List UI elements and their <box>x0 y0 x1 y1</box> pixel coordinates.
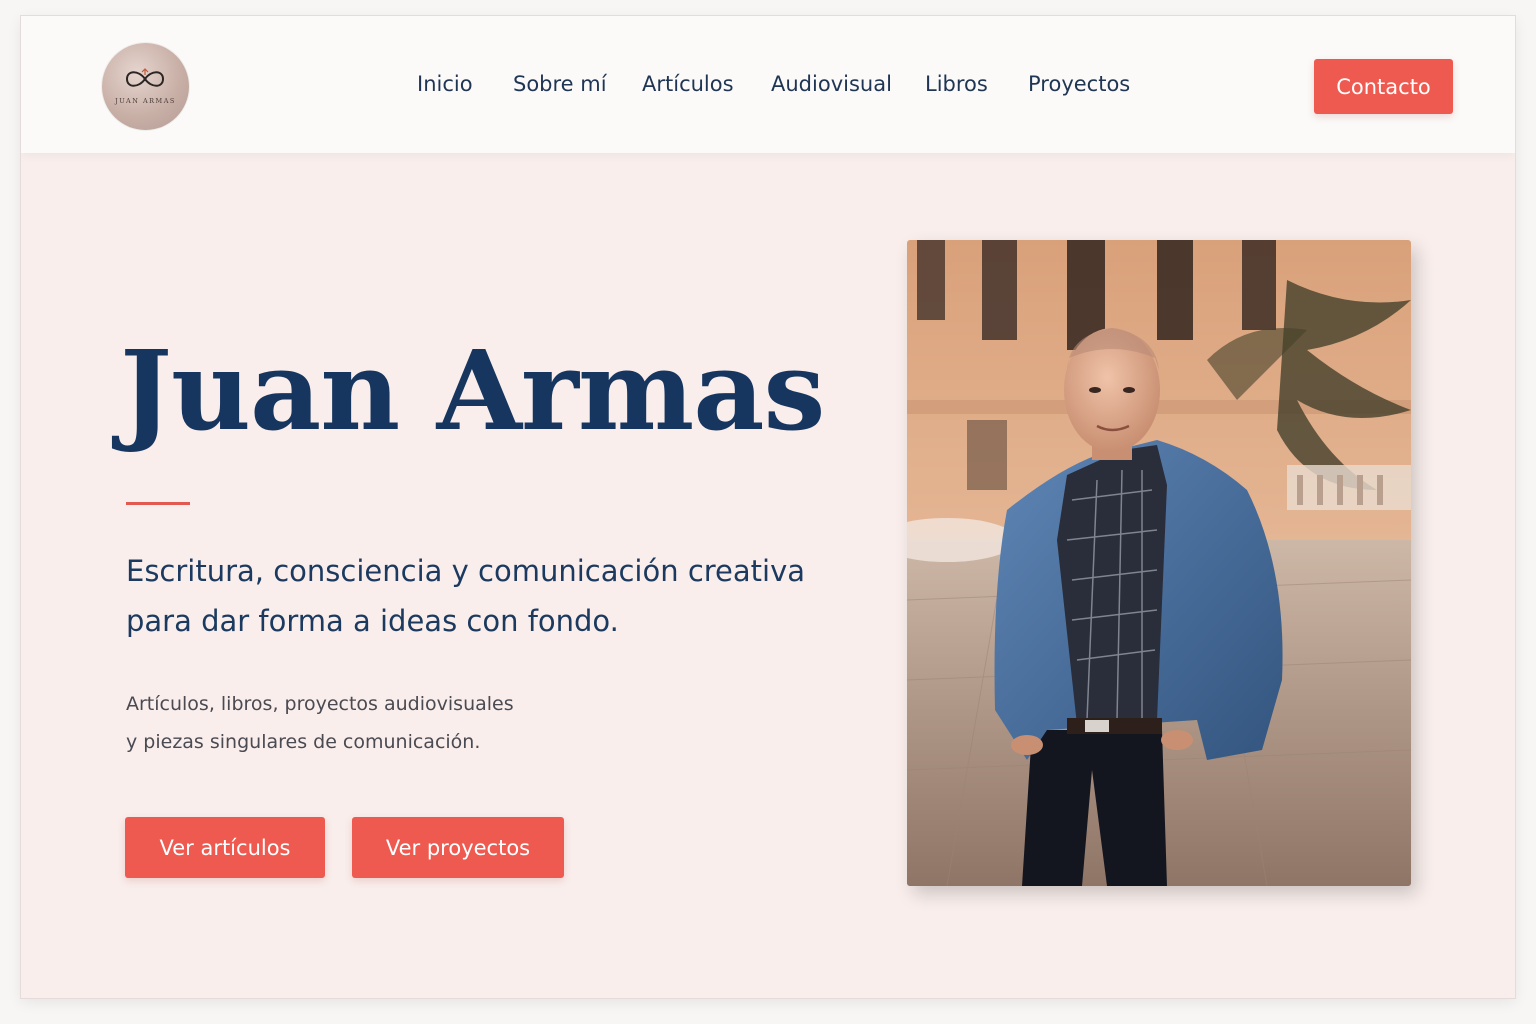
description-line: y piezas singulares de comunicación. <box>126 731 481 753</box>
view-articles-button[interactable]: Ver artículos <box>125 817 325 878</box>
nav-item-proyectos[interactable]: Proyectos <box>1028 72 1130 96</box>
contact-button[interactable]: Contacto <box>1314 59 1453 114</box>
hero-title: Juan Armas <box>120 326 825 455</box>
hero-subtitle: Escritura, consciencia y comunicación cr… <box>126 546 846 646</box>
subtitle-line: Escritura, consciencia y comunicación cr… <box>126 554 806 588</box>
view-projects-button[interactable]: Ver proyectos <box>352 817 564 878</box>
hero-description: Artículos, libros, proyectos audiovisual… <box>126 685 646 761</box>
description-line: Artículos, libros, proyectos audiovisual… <box>126 693 514 715</box>
nav-item-inicio[interactable]: Inicio <box>417 72 473 96</box>
title-divider <box>126 502 190 505</box>
portrait-photo <box>907 240 1411 886</box>
subtitle-line: para dar forma a ideas con fondo. <box>126 604 619 638</box>
nav-item-sobre-mi[interactable]: Sobre mí <box>513 72 607 96</box>
portrait-image <box>907 240 1411 886</box>
nav-item-audiovisual[interactable]: Audiovisual <box>771 72 892 96</box>
top-navbar: JUAN ARMAS Inicio Sobre mí Artículos Aud… <box>21 16 1515 153</box>
main-nav: Inicio Sobre mí Artículos Audiovisual Li… <box>21 72 1515 102</box>
nav-item-articulos[interactable]: Artículos <box>642 72 734 96</box>
nav-item-libros[interactable]: Libros <box>925 72 988 96</box>
page-frame: JUAN ARMAS Inicio Sobre mí Artículos Aud… <box>21 16 1515 998</box>
